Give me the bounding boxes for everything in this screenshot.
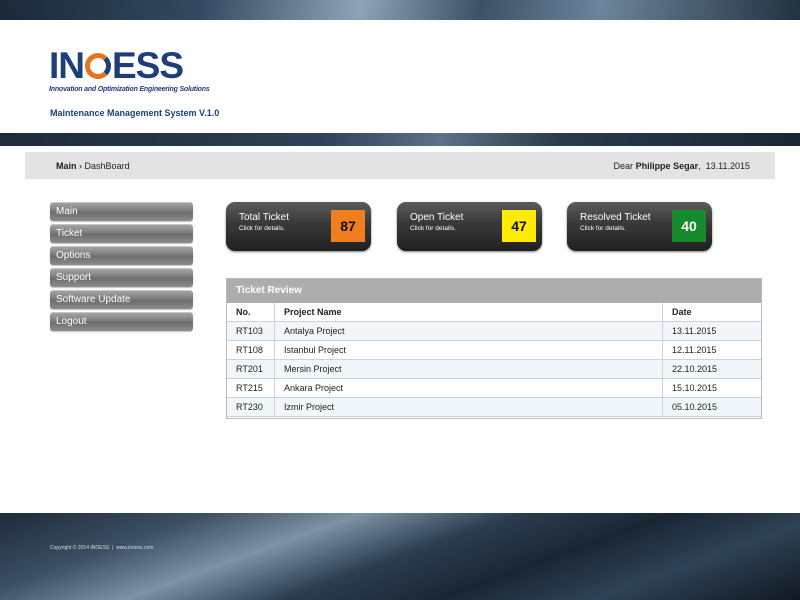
card-subtitle: Click for details.	[580, 225, 626, 232]
logo-tagline: Innovation and Optimization Engineering …	[49, 86, 210, 93]
card-subtitle: Click for details.	[239, 225, 285, 232]
divider-banner	[0, 133, 800, 146]
sidebar-item-logout[interactable]: Logout	[50, 312, 193, 331]
header-banner	[0, 0, 800, 20]
project-name: Ankara Project	[274, 378, 663, 398]
app-title: Maintenance Management System V.1.0	[50, 108, 220, 118]
card-title: Resolved Ticket	[580, 212, 651, 223]
table-row[interactable]: RT103 Antalya Project 13.11.2015	[227, 321, 761, 341]
ticket-date: 12.11.2015	[662, 340, 761, 360]
open-ticket-card[interactable]: Open Ticket Click for details. 47	[397, 202, 542, 251]
ticket-table: No. Project Name Date RT103 Antalya Proj…	[227, 303, 761, 417]
breadcrumb-current: DashBoard	[84, 161, 130, 171]
column-header-no: No.	[227, 303, 275, 322]
breadcrumb-root[interactable]: Main	[56, 161, 77, 171]
sidebar-item-main[interactable]: Main	[50, 202, 193, 221]
logo-o-icon	[85, 53, 111, 79]
total-ticket-count: 87	[331, 210, 365, 242]
logo: IN ESS Innovation and Optimization Engin…	[49, 45, 210, 93]
column-header-date: Date	[662, 303, 761, 322]
card-subtitle: Click for details.	[410, 225, 456, 232]
user-greeting: Dear Philippe Segar, 13.11.2015	[613, 161, 750, 171]
ticket-review-title: Ticket Review	[227, 279, 761, 303]
sidebar-item-software-update[interactable]: Software Update	[50, 290, 193, 309]
card-title: Total Ticket	[239, 212, 290, 223]
footer-separator: |	[112, 545, 114, 551]
table-header-row: No. Project Name Date	[227, 303, 761, 322]
logo-wordmark: IN ESS	[49, 45, 210, 86]
table-row[interactable]: RT215 Ankara Project 15.10.2015	[227, 378, 761, 398]
ticket-date: 13.11.2015	[662, 321, 761, 341]
ticket-no: RT230	[227, 397, 275, 417]
current-date: 13.11.2015	[705, 161, 750, 171]
open-ticket-count: 47	[502, 210, 536, 242]
logo-text-right: ESS	[112, 45, 184, 86]
footer-banner	[0, 513, 800, 600]
table-row[interactable]: RT230 Izmir Project 05.10.2015	[227, 397, 761, 417]
ticket-no: RT108	[227, 340, 275, 360]
ticket-review-panel: Ticket Review No. Project Name Date RT10…	[226, 278, 762, 419]
ticket-no: RT201	[227, 359, 275, 379]
project-name: Mersin Project	[274, 359, 663, 379]
greeting-prefix: Dear	[613, 161, 634, 171]
column-header-project-name: Project Name	[274, 303, 663, 322]
logo-text-left: IN	[49, 45, 85, 86]
sidebar-item-ticket[interactable]: Ticket	[50, 224, 193, 243]
breadcrumb-bar: Main › DashBoard Dear Philippe Segar, 13…	[25, 152, 775, 179]
sidebar-menu: Main Ticket Options Support Software Upd…	[50, 202, 193, 334]
card-title: Open Ticket	[410, 212, 464, 223]
total-ticket-card[interactable]: Total Ticket Click for details. 87	[226, 202, 371, 251]
project-name: Antalya Project	[274, 321, 663, 341]
resolved-ticket-card[interactable]: Resolved Ticket Click for details. 40	[567, 202, 712, 251]
breadcrumb: Main › DashBoard	[56, 161, 130, 171]
ticket-no: RT103	[227, 321, 275, 341]
table-row[interactable]: RT108 Istanbul Project 12.11.2015	[227, 340, 761, 360]
project-name: Istanbul Project	[274, 340, 663, 360]
project-name: Izmir Project	[274, 397, 663, 417]
breadcrumb-separator: ›	[79, 161, 83, 171]
ticket-date: 15.10.2015	[662, 378, 761, 398]
ticket-date: 05.10.2015	[662, 397, 761, 417]
resolved-ticket-count: 40	[672, 210, 706, 242]
ticket-date: 22.10.2015	[662, 359, 761, 379]
ticket-no: RT215	[227, 378, 275, 398]
table-row[interactable]: RT201 Mersin Project 22.10.2015	[227, 359, 761, 379]
footer-copyright: Copyright © 2014 INOESS | www.inoess.com	[50, 545, 153, 551]
sidebar-item-options[interactable]: Options	[50, 246, 193, 265]
footer-site-link[interactable]: www.inoess.com	[116, 545, 153, 551]
user-name: Philippe Segar	[635, 161, 699, 171]
sidebar-item-support[interactable]: Support	[50, 268, 193, 287]
copyright-text: Copyright © 2014 INOESS	[50, 545, 110, 551]
